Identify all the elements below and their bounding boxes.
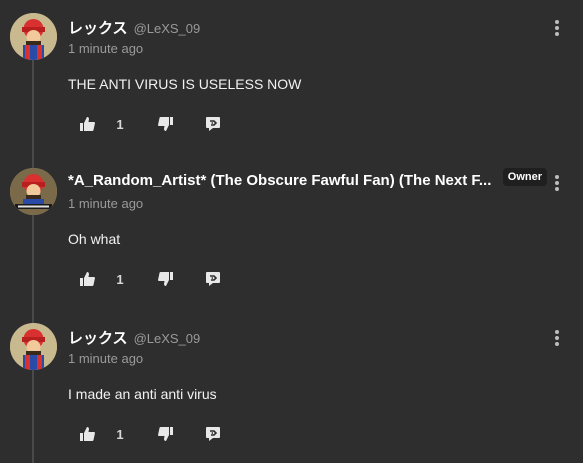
author-handle[interactable]: @LeXS_09 [134, 331, 201, 346]
comment-header: レックス @LeXS_09 [68, 17, 543, 38]
thumbs-down-icon[interactable] [156, 422, 174, 446]
author-name[interactable]: レックス [68, 327, 128, 348]
avatar[interactable] [10, 323, 57, 370]
like-count: 1 [116, 271, 124, 287]
timestamp[interactable]: 1 minute ago [68, 41, 143, 56]
thumbs-up-icon[interactable] [78, 112, 96, 136]
more-vertical-icon[interactable] [551, 328, 563, 348]
comment-text: THE ANTI VIRUS IS USELESS NOW [68, 76, 302, 92]
thumbs-up-icon[interactable] [78, 267, 96, 291]
like-count: 1 [116, 426, 124, 442]
comment-item: レックス @LeXS_09 1 minute ago I made an ant… [0, 310, 583, 463]
comment-text: I made an anti anti virus [68, 386, 217, 402]
avatar[interactable] [10, 13, 57, 60]
author-name[interactable]: レックス [68, 17, 128, 38]
comment-item: *A_Random_Artist* (The Obscure Fawful Fa… [0, 155, 583, 310]
like-count: 1 [116, 116, 124, 132]
more-vertical-icon[interactable] [551, 18, 563, 38]
reply-icon[interactable] [204, 267, 222, 291]
thumbs-up-icon[interactable] [78, 422, 96, 446]
owner-badge: Owner [502, 168, 547, 186]
reply-icon[interactable] [204, 422, 222, 446]
timestamp[interactable]: 1 minute ago [68, 351, 143, 366]
comment-thread: レックス @LeXS_09 1 minute ago THE ANTI VIRU… [0, 0, 583, 463]
reply-icon[interactable] [204, 112, 222, 136]
thumbs-down-icon[interactable] [156, 267, 174, 291]
avatar[interactable] [10, 168, 57, 215]
thumbs-down-icon[interactable] [156, 112, 174, 136]
more-vertical-icon[interactable] [551, 173, 563, 193]
comment-header: *A_Random_Artist* (The Obscure Fawful Fa… [68, 172, 543, 189]
author-name[interactable]: *A_Random_Artist* (The Obscure Fawful Fa… [68, 172, 491, 189]
comment-text: Oh what [68, 231, 121, 247]
timestamp[interactable]: 1 minute ago [68, 196, 143, 211]
comment-item: レックス @LeXS_09 1 minute ago THE ANTI VIRU… [0, 0, 583, 155]
comment-header: レックス @LeXS_09 [68, 327, 543, 348]
author-handle[interactable]: @LeXS_09 [134, 21, 201, 36]
